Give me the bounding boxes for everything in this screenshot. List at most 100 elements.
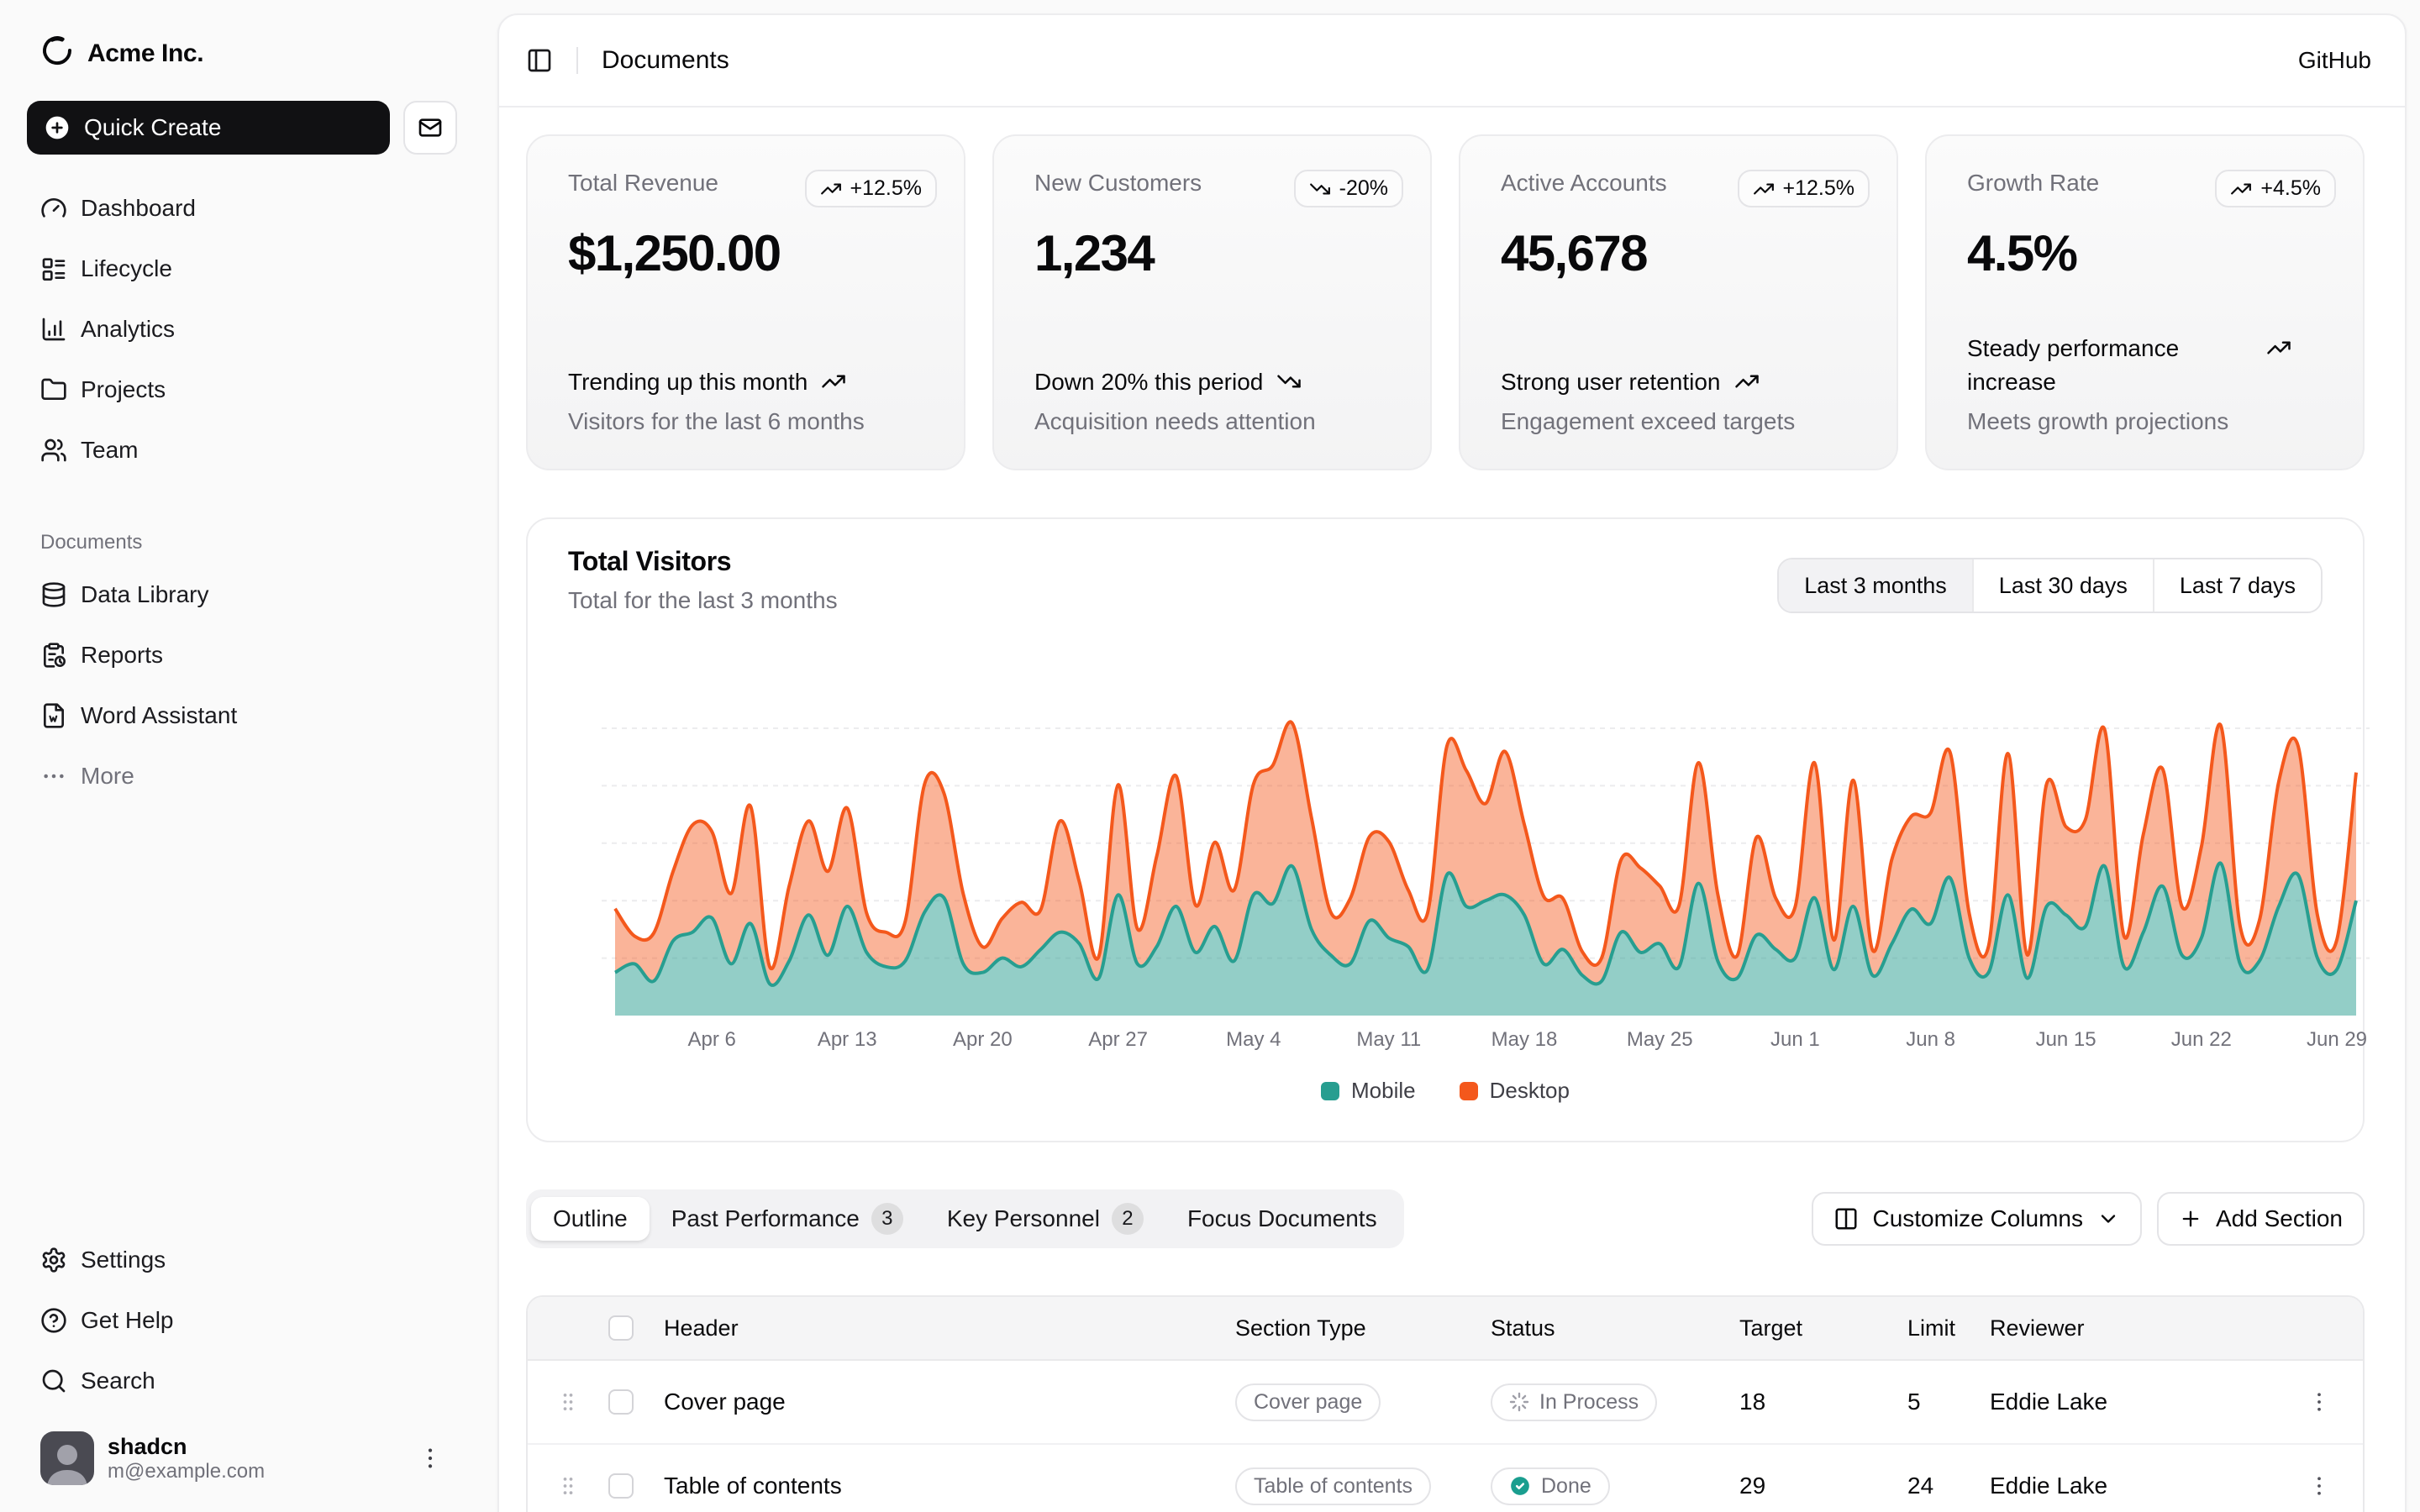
trend-badge-label: +4.5% (2260, 176, 2321, 201)
column-header: Reviewer (1990, 1315, 2275, 1341)
tab-count-badge: 3 (871, 1203, 903, 1235)
more-vertical-icon[interactable] (417, 1445, 444, 1472)
table-row: Table of contents Table of contents Done… (528, 1445, 2363, 1512)
sidebar-item-team[interactable]: Team (27, 423, 457, 477)
tabs-list: Outline Past Performance3 Key Personnel2… (526, 1189, 1404, 1248)
column-header: Status (1491, 1315, 1739, 1341)
row-checkbox[interactable] (608, 1389, 634, 1415)
desktop-swatch-icon (1460, 1082, 1478, 1100)
quick-create-button[interactable]: Quick Create (27, 101, 390, 155)
trend-badge: +4.5% (2215, 170, 2336, 207)
legend-item-desktop: Desktop (1460, 1078, 1570, 1104)
row-actions-button[interactable] (2275, 1389, 2363, 1415)
select-all-checkbox[interactable] (608, 1315, 634, 1341)
status-label: Done (1541, 1474, 1591, 1499)
drag-handle[interactable] (528, 1390, 608, 1414)
svg-text:May 18: May 18 (1491, 1028, 1558, 1051)
topbar-divider (576, 47, 578, 74)
sidebar-item-search[interactable]: Search (27, 1354, 457, 1408)
page-title: Documents (602, 46, 729, 75)
range-last-3-months[interactable]: Last 3 months (1779, 559, 1972, 612)
tab-key-personnel[interactable]: Key Personnel2 (925, 1194, 1165, 1243)
status-label: In Process (1539, 1390, 1639, 1415)
sidebar-item-reports[interactable]: Reports (27, 628, 457, 682)
sidebar-item-data-library[interactable]: Data Library (27, 568, 457, 622)
dashboard-app: Acme Inc. Quick Create Dashboard (0, 0, 2420, 1512)
card-line2: Acquisition needs attention (1034, 408, 1390, 435)
table-row: Cover page Cover page In Process 18 5 Ed… (528, 1361, 2363, 1445)
section-type-badge: Table of contents (1235, 1467, 1431, 1505)
tab-outline[interactable]: Outline (531, 1197, 650, 1241)
trending-up-icon (2266, 332, 2291, 360)
reviewer-cell: Eddie Lake (1990, 1473, 2275, 1499)
topbar: Documents GitHub (499, 15, 2405, 108)
status-badge: In Process (1491, 1383, 1657, 1421)
limit-cell[interactable]: 5 (1907, 1389, 1990, 1415)
trend-badge-label: +12.5% (1783, 176, 1855, 201)
github-link[interactable]: GitHub (2298, 47, 2371, 74)
nav-main: Dashboard Lifecycle Analytics Projects T… (27, 181, 457, 477)
folder-icon (40, 376, 67, 403)
card-title: Active Accounts (1501, 170, 1667, 197)
card-title: Total Revenue (568, 170, 718, 197)
row-checkbox[interactable] (608, 1473, 634, 1499)
target-cell[interactable]: 29 (1739, 1473, 1907, 1499)
inbox-button[interactable] (403, 101, 457, 155)
sidebar-item-label: Search (81, 1368, 155, 1394)
sidebar: Acme Inc. Quick Create Dashboard (0, 0, 484, 1512)
gauge-icon (40, 195, 67, 222)
range-last-7-days[interactable]: Last 7 days (2153, 559, 2321, 612)
sidebar-item-more[interactable]: More (27, 749, 457, 803)
chart-area: Apr 6Apr 13Apr 20Apr 27May 4May 11May 18… (568, 708, 2323, 1104)
svg-text:Apr 6: Apr 6 (688, 1028, 736, 1051)
svg-text:Apr 20: Apr 20 (953, 1028, 1013, 1051)
reviewer-cell: Eddie Lake (1990, 1389, 2275, 1415)
svg-text:May 25: May 25 (1627, 1028, 1693, 1051)
limit-cell[interactable]: 24 (1907, 1473, 1990, 1499)
section-type-badge: Cover page (1235, 1383, 1381, 1421)
sidebar-item-settings[interactable]: Settings (27, 1233, 457, 1287)
sidebar-item-projects[interactable]: Projects (27, 363, 457, 417)
tab-focus-documents[interactable]: Focus Documents (1165, 1197, 1399, 1241)
user-menu[interactable]: shadcn m@example.com (27, 1425, 457, 1485)
clipboard-icon (40, 642, 67, 669)
sidebar-item-get-help[interactable]: Get Help (27, 1294, 457, 1347)
stat-card-growth-rate: Growth Rate +4.5% 4.5% Steady performanc… (1925, 134, 2365, 470)
tab-past-performance[interactable]: Past Performance3 (650, 1194, 925, 1243)
row-header[interactable]: Table of contents (664, 1473, 1235, 1499)
drag-handle[interactable] (528, 1474, 608, 1498)
user-email: m@example.com (108, 1460, 403, 1483)
sidebar-item-label: Word Assistant (81, 702, 237, 729)
sidebar-item-word-assistant[interactable]: Word Assistant (27, 689, 457, 743)
sidebar-item-analytics[interactable]: Analytics (27, 302, 457, 356)
sidebar-item-dashboard[interactable]: Dashboard (27, 181, 457, 235)
card-value: 45,678 (1501, 224, 1870, 282)
sidebar-item-label: Dashboard (81, 195, 196, 222)
trending-up-icon (2230, 178, 2252, 200)
svg-text:Apr 13: Apr 13 (818, 1028, 877, 1051)
total-visitors-card: Total Visitors Total for the last 3 mont… (526, 517, 2365, 1142)
card-line1: Down 20% this period (1034, 365, 1263, 400)
legend-item-mobile: Mobile (1321, 1078, 1416, 1104)
target-cell[interactable]: 18 (1739, 1389, 1907, 1415)
trending-down-icon (1309, 178, 1331, 200)
trend-badge: -20% (1294, 170, 1403, 207)
ellipsis-icon (40, 763, 67, 790)
brand[interactable]: Acme Inc. (27, 20, 457, 87)
svg-text:May 4: May 4 (1226, 1028, 1281, 1051)
customize-columns-button[interactable]: Customize Columns (1812, 1192, 2142, 1246)
sidebar-item-lifecycle[interactable]: Lifecycle (27, 242, 457, 296)
add-section-button[interactable]: Add Section (2157, 1192, 2365, 1246)
trending-up-icon (820, 178, 842, 200)
row-header[interactable]: Cover page (664, 1389, 1235, 1415)
trend-badge-label: +12.5% (850, 176, 923, 201)
range-last-30-days[interactable]: Last 30 days (1972, 559, 2153, 612)
card-title: New Customers (1034, 170, 1202, 197)
user-avatar (40, 1431, 94, 1485)
sidebar-item-label: Analytics (81, 316, 175, 343)
sidebar-toggle-button[interactable] (526, 47, 553, 74)
trending-up-icon (821, 365, 846, 394)
sidebar-item-label: Team (81, 437, 138, 464)
row-actions-button[interactable] (2275, 1473, 2363, 1499)
stat-card-total-revenue: Total Revenue +12.5% $1,250.00 Trending … (526, 134, 965, 470)
